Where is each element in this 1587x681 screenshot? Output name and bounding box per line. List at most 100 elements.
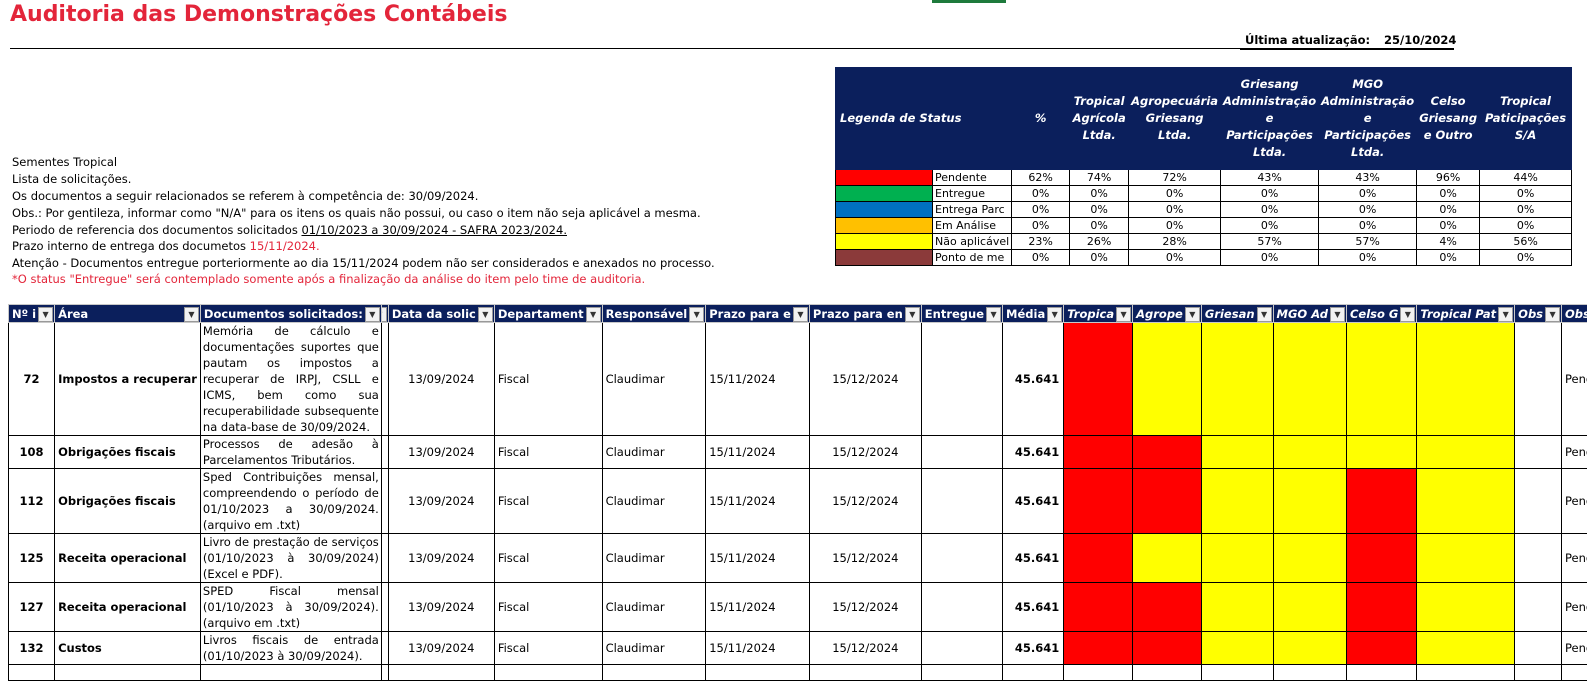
- deadline-cell[interactable]: 15/11/2024: [706, 323, 810, 436]
- company-status-cell[interactable]: [1064, 323, 1133, 436]
- legend-value-cell[interactable]: 0%: [1480, 186, 1572, 202]
- company-status-cell[interactable]: [1417, 534, 1515, 583]
- responsible-cell[interactable]: Claudimar: [602, 469, 706, 534]
- average-cell[interactable]: 45.641: [1003, 469, 1064, 534]
- filter-dropdown-icon[interactable]: ▼: [793, 307, 808, 322]
- legend-value-cell[interactable]: 0%: [1070, 186, 1129, 202]
- responsible-cell[interactable]: Claudimar: [602, 323, 706, 436]
- company-status-cell[interactable]: [1201, 436, 1273, 469]
- company-status-cell[interactable]: [1273, 469, 1346, 534]
- legend-value-cell[interactable]: 62%: [1012, 170, 1070, 186]
- company-status-cell[interactable]: [1133, 583, 1202, 632]
- blank-cell[interactable]: [381, 632, 388, 665]
- delivered-status-note[interactable]: *O status "Entregue" será contemplado so…: [12, 272, 645, 286]
- average-cell[interactable]: 45.641: [1003, 632, 1064, 665]
- col-header-company[interactable]: Tropical Pat▼: [1417, 305, 1515, 323]
- item-number-cell[interactable]: 127: [9, 583, 55, 632]
- company-status-cell[interactable]: [1417, 323, 1515, 436]
- col-header-entregue[interactable]: Entregue▼: [921, 305, 1002, 323]
- legend-status-name[interactable]: Ponto de me: [933, 250, 1012, 266]
- legend-value-cell[interactable]: 0%: [1012, 202, 1070, 218]
- info-line[interactable]: Atenção - Documentos entregue porteriorm…: [12, 256, 715, 270]
- document-cell[interactable]: Livros fiscais de entrada (01/10/2023 à …: [200, 632, 381, 665]
- department-cell[interactable]: Fiscal: [494, 469, 602, 534]
- legend-color-swatch[interactable]: [836, 250, 933, 266]
- legend-value-cell[interactable]: 43%: [1221, 170, 1319, 186]
- filter-dropdown-icon[interactable]: ▼: [1116, 307, 1131, 322]
- responsible-cell[interactable]: Claudimar: [602, 632, 706, 665]
- filter-active-icon[interactable]: ▼: [689, 307, 704, 322]
- document-cell[interactable]: Processos de adesão à Parcelamentos Trib…: [200, 436, 381, 469]
- empty-cell[interactable]: [494, 665, 602, 681]
- filter-dropdown-icon[interactable]: ▼: [1185, 307, 1200, 322]
- legend-value-cell[interactable]: 0%: [1129, 218, 1221, 234]
- company-status-cell[interactable]: [1201, 469, 1273, 534]
- company-status-cell[interactable]: [1064, 534, 1133, 583]
- filter-dropdown-icon[interactable]: ▼: [365, 307, 380, 322]
- company-status-cell[interactable]: [1417, 436, 1515, 469]
- company-status-cell[interactable]: [1346, 583, 1416, 632]
- company-status-cell[interactable]: [1133, 534, 1202, 583]
- deadline-cell[interactable]: 15/12/2024: [809, 583, 921, 632]
- deadline-cell[interactable]: 15/12/2024: [809, 436, 921, 469]
- company-status-cell[interactable]: [1273, 632, 1346, 665]
- company-status-cell[interactable]: [1273, 436, 1346, 469]
- filter-dropdown-icon[interactable]: ▼: [1047, 307, 1062, 322]
- observation-cell[interactable]: Pendente: [1562, 323, 1587, 436]
- filter-dropdown-icon[interactable]: ▼: [986, 307, 1001, 322]
- deadline-cell[interactable]: 15/12/2024: [809, 632, 921, 665]
- legend-value-cell[interactable]: 0%: [1417, 218, 1480, 234]
- company-status-cell[interactable]: [1273, 534, 1346, 583]
- deadline-cell[interactable]: 15/11/2024: [706, 632, 810, 665]
- company-status-cell[interactable]: [1133, 632, 1202, 665]
- deadline-cell[interactable]: 15/12/2024: [809, 469, 921, 534]
- document-cell[interactable]: Memória de cálculo e documentações supor…: [200, 323, 381, 436]
- legend-company-header[interactable]: MGO Administração e Participações Ltda.: [1319, 68, 1417, 170]
- item-number-cell[interactable]: 108: [9, 436, 55, 469]
- empty-cell[interactable]: [602, 665, 706, 681]
- obs-cell[interactable]: [1515, 632, 1562, 665]
- col-header-responsavel[interactable]: Responsável▼: [602, 305, 706, 323]
- deadline-line[interactable]: Prazo interno de entrega dos documetos 1…: [12, 239, 320, 253]
- legend-color-swatch[interactable]: [836, 234, 933, 250]
- legend-status-name[interactable]: Em Análise: [933, 218, 1012, 234]
- legend-company-header[interactable]: Celso Griesang e Outro: [1417, 68, 1480, 170]
- filter-dropdown-icon[interactable]: ▼: [1330, 307, 1345, 322]
- legend-value-cell[interactable]: 4%: [1417, 234, 1480, 250]
- delivered-cell[interactable]: [921, 583, 1002, 632]
- legend-value-cell[interactable]: 0%: [1012, 186, 1070, 202]
- company-status-cell[interactable]: [1133, 469, 1202, 534]
- delivered-cell[interactable]: [921, 534, 1002, 583]
- deadline-cell[interactable]: 15/11/2024: [706, 436, 810, 469]
- delivered-cell[interactable]: [921, 323, 1002, 436]
- legend-color-swatch[interactable]: [836, 218, 933, 234]
- legend-title[interactable]: Legenda de Status: [836, 68, 1012, 170]
- item-number-cell[interactable]: 125: [9, 534, 55, 583]
- legend-value-cell[interactable]: 57%: [1319, 234, 1417, 250]
- company-status-cell[interactable]: [1273, 323, 1346, 436]
- legend-value-cell[interactable]: 0%: [1319, 218, 1417, 234]
- legend-status-name[interactable]: Pendente: [933, 170, 1012, 186]
- company-status-cell[interactable]: [1201, 534, 1273, 583]
- col-header-prazo-e[interactable]: Prazo para e▼: [706, 305, 810, 323]
- empty-cell[interactable]: [921, 665, 1002, 681]
- company-status-cell[interactable]: [1201, 323, 1273, 436]
- observation-cell[interactable]: Pendente: [1562, 534, 1587, 583]
- legend-value-cell[interactable]: 0%: [1417, 186, 1480, 202]
- area-cell[interactable]: Impostos a recuperar: [55, 323, 201, 436]
- company-status-cell[interactable]: [1346, 436, 1416, 469]
- company-status-cell[interactable]: [1064, 583, 1133, 632]
- col-header-company[interactable]: Griesan▼: [1201, 305, 1273, 323]
- filter-dropdown-icon[interactable]: ▼: [1545, 307, 1560, 322]
- filter-dropdown-icon[interactable]: ▼: [1400, 307, 1415, 322]
- company-status-cell[interactable]: [1133, 436, 1202, 469]
- observation-cell[interactable]: Pendente: [1562, 632, 1587, 665]
- company-status-cell[interactable]: [1201, 632, 1273, 665]
- blank-cell[interactable]: [381, 436, 388, 469]
- observation-cell[interactable]: Pendente: [1562, 469, 1587, 534]
- empty-cell[interactable]: [381, 665, 388, 681]
- company-status-cell[interactable]: [1273, 583, 1346, 632]
- legend-color-swatch[interactable]: [836, 170, 933, 186]
- empty-cell[interactable]: [55, 665, 201, 681]
- legend-value-cell[interactable]: 57%: [1221, 234, 1319, 250]
